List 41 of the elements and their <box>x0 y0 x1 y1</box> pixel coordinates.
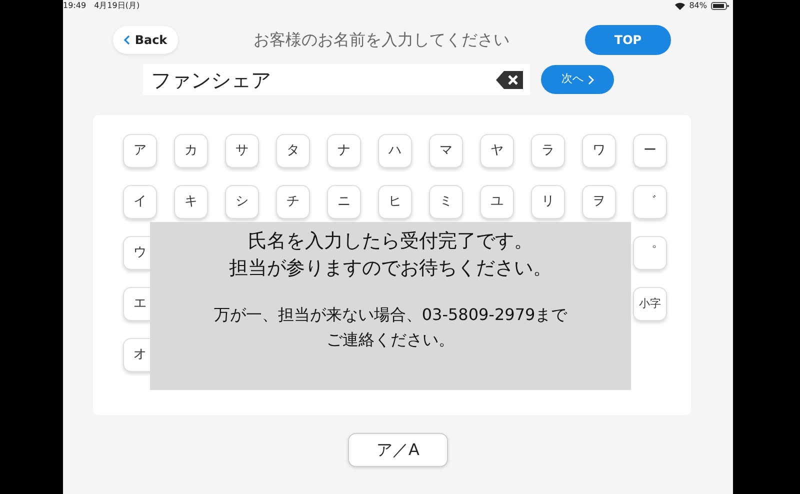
keyboard-key[interactable]: チ <box>276 185 310 219</box>
keyboard-key[interactable]: ユ <box>480 185 514 219</box>
contact-text: 万が一、担当が来ない場合、03-5809-2979まで <box>214 304 568 326</box>
keyboard-key[interactable]: マ <box>429 134 463 168</box>
battery-icon <box>711 2 729 10</box>
keyboard-key[interactable]: ワ <box>582 134 616 168</box>
status-date: 4月19日(月) <box>94 0 140 12</box>
keyboard-key[interactable]: ヒ <box>378 185 412 219</box>
chevron-right-icon <box>588 74 594 84</box>
keyboard-key[interactable]: 小字 <box>633 287 667 321</box>
notice-text: 氏名を入力したら受付完了です。 <box>248 229 533 254</box>
keyboard-key[interactable]: ア <box>123 134 157 168</box>
battery-percent: 84% <box>689 0 707 12</box>
keyboard-key[interactable]: カ <box>174 134 208 168</box>
contact-text: ご連絡ください。 <box>326 329 454 351</box>
keyboard-key[interactable]: ナ <box>327 134 361 168</box>
keyboard-key[interactable]: ハ <box>378 134 412 168</box>
keyboard-key[interactable]: イ <box>123 185 157 219</box>
status-time: 19:49 <box>63 0 86 12</box>
chevron-left-icon <box>124 35 130 45</box>
top-button[interactable]: TOP <box>585 25 671 55</box>
next-button[interactable]: 次へ <box>541 65 614 94</box>
keyboard-key[interactable]: ラ <box>531 134 565 168</box>
page-title: お客様のお名前を入力してください <box>252 29 510 51</box>
keyboard-key[interactable]: ヲ <box>582 185 616 219</box>
keyboard-key[interactable]: ニ <box>327 185 361 219</box>
keyboard-key[interactable]: サ <box>225 134 259 168</box>
backspace-icon[interactable] <box>496 70 524 90</box>
keyboard-key[interactable]: タ <box>276 134 310 168</box>
keyboard-key[interactable]: ゜ <box>633 236 667 270</box>
keyboard-key[interactable]: シ <box>225 185 259 219</box>
keyboard-key[interactable]: リ <box>531 185 565 219</box>
keyboard-key[interactable]: ヤ <box>480 134 514 168</box>
keyboard-key[interactable]: キ <box>174 185 208 219</box>
keyboard-key[interactable]: ゛ <box>633 185 667 219</box>
wifi-icon <box>675 2 686 10</box>
input-mode-button[interactable]: ア／A <box>348 433 448 467</box>
keyboard-key[interactable]: ミ <box>429 185 463 219</box>
back-button[interactable]: Back <box>113 26 178 54</box>
keyboard-key[interactable]: ー <box>633 134 667 168</box>
notice-text: 担当が参りますのでお待ちください。 <box>229 256 552 281</box>
